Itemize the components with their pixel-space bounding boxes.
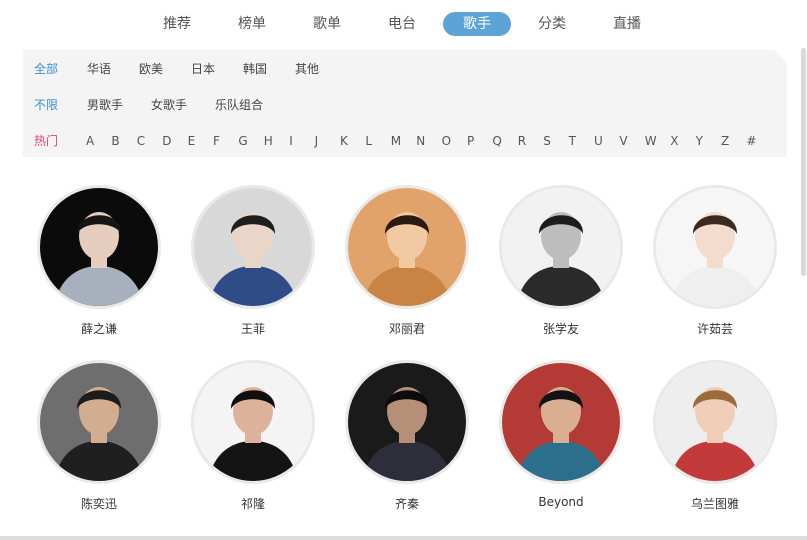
top-nav: 推荐 榜单 歌单 电台 歌手 分类 直播	[0, 12, 807, 40]
artist-avatar[interactable]	[37, 360, 161, 484]
filter-index-letter[interactable]: F	[213, 131, 220, 151]
artist-avatar[interactable]	[345, 185, 469, 309]
tab-singers[interactable]: 歌手	[443, 12, 511, 36]
artist-name[interactable]: 邓丽君	[345, 320, 469, 337]
artist-photo	[656, 188, 774, 306]
filter-index-letter[interactable]: #	[746, 131, 756, 151]
artist-card[interactable]: 乌兰图雅	[653, 360, 783, 520]
filter-gender-band[interactable]: 乐队组合	[215, 95, 263, 115]
scrollbar-thumb[interactable]	[801, 48, 806, 276]
artist-photo	[40, 363, 158, 481]
filter-index-letter[interactable]: W	[645, 131, 657, 151]
artist-card[interactable]: 齐秦	[345, 360, 475, 520]
filter-index-letter[interactable]: Q	[492, 131, 501, 151]
filter-region-korea[interactable]: 韩国	[243, 59, 267, 79]
artist-photo	[656, 363, 774, 481]
artist-card[interactable]: 薛之谦	[37, 185, 167, 345]
artist-card[interactable]: 祁隆	[191, 360, 321, 520]
artist-avatar[interactable]	[37, 185, 161, 309]
artist-avatar[interactable]	[653, 185, 777, 309]
filter-index-letter[interactable]: B	[111, 131, 119, 151]
filter-index-letter[interactable]: U	[594, 131, 603, 151]
artist-card[interactable]: 许茹芸	[653, 185, 783, 345]
filter-index-letter[interactable]: H	[264, 131, 273, 151]
filter-index-letter[interactable]: O	[442, 131, 451, 151]
filter-index-letter[interactable]: P	[467, 131, 474, 151]
tab-radio[interactable]: 电台	[380, 12, 424, 36]
filter-index-letter[interactable]: E	[188, 131, 196, 151]
filter-index-letter[interactable]: L	[365, 131, 372, 151]
filter-gender-female[interactable]: 女歌手	[151, 95, 187, 115]
filter-index-letter[interactable]: A	[86, 131, 94, 151]
bottom-divider	[0, 536, 807, 540]
artist-avatar[interactable]	[499, 360, 623, 484]
filter-index-letter[interactable]: C	[137, 131, 145, 151]
filter-index-letter[interactable]: G	[238, 131, 247, 151]
artist-name[interactable]: 陈奕迅	[37, 495, 161, 512]
scrollbar[interactable]	[800, 48, 807, 536]
artist-name[interactable]: 张学友	[499, 320, 623, 337]
artist-avatar[interactable]	[191, 185, 315, 309]
artist-name[interactable]: 薛之谦	[37, 320, 161, 337]
artist-photo	[194, 188, 312, 306]
filter-index-letter[interactable]: T	[569, 131, 576, 151]
filter-index-letter[interactable]: I	[289, 131, 293, 151]
filter-region-chinese[interactable]: 华语	[87, 59, 111, 79]
artist-card[interactable]: 陈奕迅	[37, 360, 167, 520]
region-filter-row: 全部 华语 欧美 日本 韩国 其他	[23, 59, 787, 79]
filter-index-letter[interactable]: M	[391, 131, 401, 151]
artist-name[interactable]: 许茹芸	[653, 320, 777, 337]
artist-name[interactable]: Beyond	[499, 495, 623, 509]
index-filter-row: 热门 A B C D E F G H I J K L M N O P Q R S T U V W X Y Z #	[23, 131, 787, 151]
artist-avatar[interactable]	[191, 360, 315, 484]
artist-name[interactable]: 王菲	[191, 320, 315, 337]
artist-photo	[348, 188, 466, 306]
artist-card[interactable]: 张学友	[499, 185, 629, 345]
filter-index-letter[interactable]: V	[619, 131, 627, 151]
filter-index-hot[interactable]: 热门	[34, 131, 58, 151]
artist-name[interactable]: 祁隆	[191, 495, 315, 512]
artist-avatar[interactable]	[345, 360, 469, 484]
gender-filter-row: 不限 男歌手 女歌手 乐队组合	[23, 95, 787, 115]
tab-recommend[interactable]: 推荐	[155, 12, 199, 36]
filter-region-other[interactable]: 其他	[295, 59, 319, 79]
artist-photo	[194, 363, 312, 481]
artist-card[interactable]: 邓丽君	[345, 185, 475, 345]
filter-region-japan[interactable]: 日本	[191, 59, 215, 79]
filter-gender-male[interactable]: 男歌手	[87, 95, 123, 115]
filter-region-western[interactable]: 欧美	[139, 59, 163, 79]
artist-photo	[348, 363, 466, 481]
filter-index-letter[interactable]: N	[416, 131, 425, 151]
filter-index-letter[interactable]: R	[518, 131, 526, 151]
artist-photo	[502, 363, 620, 481]
artist-card[interactable]: Beyond	[499, 360, 629, 520]
tab-charts[interactable]: 榜单	[230, 12, 274, 36]
filter-index-letter[interactable]: S	[543, 131, 551, 151]
filter-index-letter[interactable]: D	[162, 131, 171, 151]
tab-categories[interactable]: 分类	[530, 12, 574, 36]
filter-gender-any[interactable]: 不限	[34, 95, 58, 115]
artist-photo	[40, 188, 158, 306]
filter-index-letter[interactable]: X	[670, 131, 678, 151]
filter-index-letter[interactable]: K	[340, 131, 348, 151]
filter-index-letter[interactable]: Z	[721, 131, 729, 151]
filter-region-all[interactable]: 全部	[34, 59, 58, 79]
artist-card[interactable]: 王菲	[191, 185, 321, 345]
filter-panel: 全部 华语 欧美 日本 韩国 其他 不限 男歌手 女歌手 乐队组合 热门 ABC…	[23, 50, 787, 157]
artist-photo	[502, 188, 620, 306]
artist-name[interactable]: 齐秦	[345, 495, 469, 512]
artist-name[interactable]: 乌兰图雅	[653, 495, 777, 512]
tab-playlists[interactable]: 歌单	[305, 12, 349, 36]
artist-avatar[interactable]	[499, 185, 623, 309]
filter-index-letter[interactable]: Y	[696, 131, 703, 151]
artist-avatar[interactable]	[653, 360, 777, 484]
tab-live[interactable]: 直播	[605, 12, 649, 36]
filter-index-letter[interactable]: J	[315, 131, 319, 151]
